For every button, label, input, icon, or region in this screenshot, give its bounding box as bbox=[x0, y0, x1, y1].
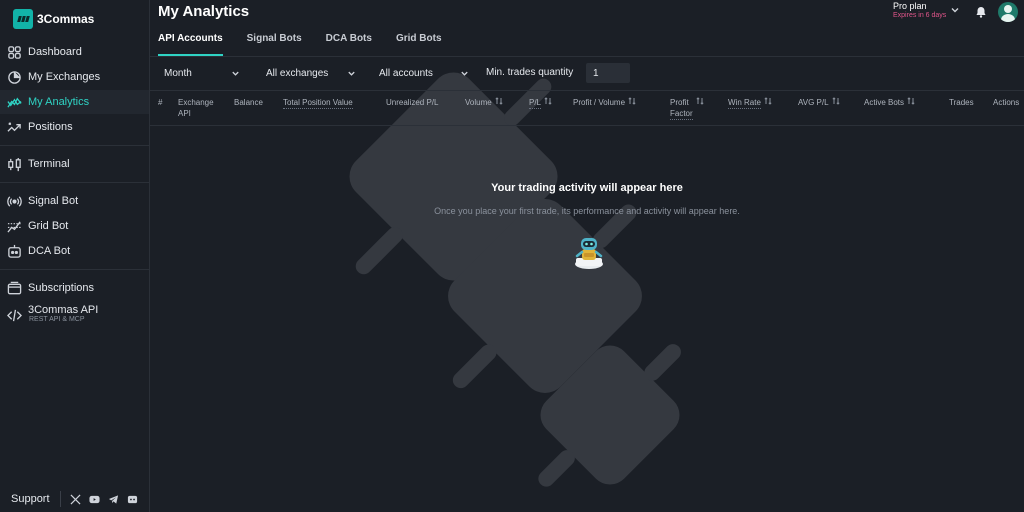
tabs-divider bbox=[150, 56, 1024, 57]
code-icon bbox=[7, 308, 22, 323]
chevron-down-icon bbox=[461, 71, 468, 76]
sidebar-item-dashboard[interactable]: Dashboard bbox=[0, 40, 149, 64]
wallet-icon bbox=[7, 281, 22, 296]
column-header[interactable]: Win Rate bbox=[728, 97, 772, 109]
accounts-value: All accounts bbox=[379, 67, 433, 79]
sort-icon bbox=[696, 97, 704, 105]
column-header: Unrealized P/L bbox=[386, 98, 439, 107]
brand-name: 3Commas bbox=[37, 12, 95, 26]
column-header[interactable]: Profit Factor bbox=[670, 97, 704, 120]
page-title: My Analytics bbox=[158, 3, 250, 20]
sidebar-item-sublabel: REST API & MCP bbox=[29, 316, 85, 323]
sidebar-item-label: Grid Bot bbox=[28, 220, 69, 232]
empty-state-title: Your trading activity will appear here bbox=[491, 182, 683, 194]
sort-icon bbox=[495, 97, 503, 105]
sidebar-divider bbox=[0, 182, 149, 183]
signal-icon bbox=[7, 194, 22, 209]
min-trades-label: Min. trades quantity bbox=[486, 67, 574, 78]
period-value: Month bbox=[164, 67, 192, 79]
robot-mascot-icon bbox=[575, 238, 603, 269]
column-header[interactable]: Volume bbox=[465, 97, 503, 108]
sidebar-item-label: My Exchanges bbox=[28, 71, 101, 83]
sidebar-item-subscriptions[interactable]: Subscriptions bbox=[0, 276, 149, 300]
sort-icon bbox=[628, 97, 636, 105]
logo-icon bbox=[13, 9, 33, 29]
sidebar-item-signal-bot[interactable]: Signal Bot bbox=[0, 189, 149, 213]
sidebar-item-my-exchanges[interactable]: My Exchanges bbox=[0, 65, 149, 89]
bell-icon[interactable] bbox=[975, 6, 987, 18]
tab-dca-bots[interactable]: DCA Bots bbox=[326, 32, 372, 56]
telegram-icon[interactable] bbox=[107, 493, 120, 506]
column-header[interactable]: AVG P/L bbox=[798, 97, 840, 108]
sidebar-item-label: 3Commas API bbox=[28, 304, 99, 316]
sidebar-item-label: Dashboard bbox=[28, 46, 82, 58]
sidebar-item-dca-bot[interactable]: DCA Bot bbox=[0, 239, 149, 263]
min-trades-input[interactable] bbox=[586, 63, 630, 83]
accounts-select[interactable]: All accounts bbox=[373, 63, 475, 83]
sidebar-divider bbox=[0, 269, 149, 270]
column-header[interactable]: Active Bots bbox=[864, 97, 915, 108]
chevron-down-icon bbox=[232, 71, 239, 76]
social-links bbox=[69, 493, 139, 506]
candles-icon bbox=[7, 157, 22, 172]
tab-grid-bots[interactable]: Grid Bots bbox=[396, 32, 442, 56]
pie-chart-icon bbox=[7, 70, 22, 85]
table-header: # Exchange API Balance Total Position Va… bbox=[150, 90, 1024, 126]
sort-icon bbox=[544, 97, 552, 105]
avatar[interactable] bbox=[998, 2, 1018, 22]
sidebar-item-label: Positions bbox=[28, 121, 73, 133]
column-header[interactable]: P/L bbox=[529, 97, 552, 109]
sidebar-divider bbox=[0, 145, 149, 146]
support-bar: Support bbox=[0, 486, 149, 512]
x-icon[interactable] bbox=[69, 493, 82, 506]
column-header: Actions bbox=[993, 98, 1020, 107]
period-select[interactable]: Month bbox=[158, 63, 246, 83]
sort-icon bbox=[831, 97, 840, 105]
plan-name: Pro plan bbox=[893, 1, 927, 11]
column-header: Balance bbox=[234, 98, 263, 107]
column-header: Trades bbox=[949, 98, 974, 107]
robot-icon bbox=[7, 244, 22, 259]
support-button[interactable]: Support bbox=[0, 493, 60, 505]
grid-bot-icon bbox=[7, 219, 22, 234]
youtube-icon[interactable] bbox=[88, 493, 101, 506]
column-header: # bbox=[158, 98, 163, 107]
tab-signal-bots[interactable]: Signal Bots bbox=[247, 32, 302, 56]
sidebar-item-label: DCA Bot bbox=[28, 245, 71, 257]
discord-icon[interactable] bbox=[126, 493, 139, 506]
plan-selector[interactable]: Pro plan Expires in 6 days bbox=[893, 1, 946, 19]
empty-state-subtitle: Once you place your first trade, its per… bbox=[434, 206, 740, 216]
grid-icon bbox=[7, 45, 22, 60]
sidebar-item-grid-bot[interactable]: Grid Bot bbox=[0, 214, 149, 238]
exchanges-select[interactable]: All exchanges bbox=[260, 63, 362, 83]
chevron-down-icon[interactable] bbox=[950, 5, 960, 15]
positions-icon bbox=[7, 120, 22, 135]
sidebar-item-label: Signal Bot bbox=[28, 195, 79, 207]
sidebar-item-my-analytics[interactable]: My Analytics bbox=[0, 90, 149, 114]
brand-logo[interactable]: 3Commas bbox=[13, 9, 94, 29]
sidebar-item-terminal[interactable]: Terminal bbox=[0, 152, 149, 176]
sort-icon bbox=[764, 97, 772, 105]
analytics-tabs: API Accounts Signal Bots DCA Bots Grid B… bbox=[158, 32, 442, 56]
sidebar-item-label: Subscriptions bbox=[28, 282, 95, 294]
sort-icon bbox=[907, 97, 915, 105]
analytics-icon bbox=[7, 95, 22, 110]
sidebar-item-positions[interactable]: Positions bbox=[0, 115, 149, 139]
column-header[interactable]: Profit / Volume bbox=[573, 97, 636, 108]
support-divider bbox=[60, 491, 61, 507]
exchanges-value: All exchanges bbox=[266, 67, 329, 79]
plan-expiry: Expires in 6 days bbox=[893, 12, 947, 19]
chevron-down-icon bbox=[348, 71, 355, 76]
column-header: Exchange API bbox=[178, 98, 214, 118]
sidebar-item-label: Terminal bbox=[28, 158, 70, 170]
tab-api-accounts[interactable]: API Accounts bbox=[158, 32, 223, 56]
sidebar-item-label: My Analytics bbox=[28, 96, 90, 108]
column-header: Total Position Value bbox=[283, 98, 353, 109]
sidebar: 3Commas Dashboard My Exchanges My Analyt… bbox=[0, 0, 150, 512]
